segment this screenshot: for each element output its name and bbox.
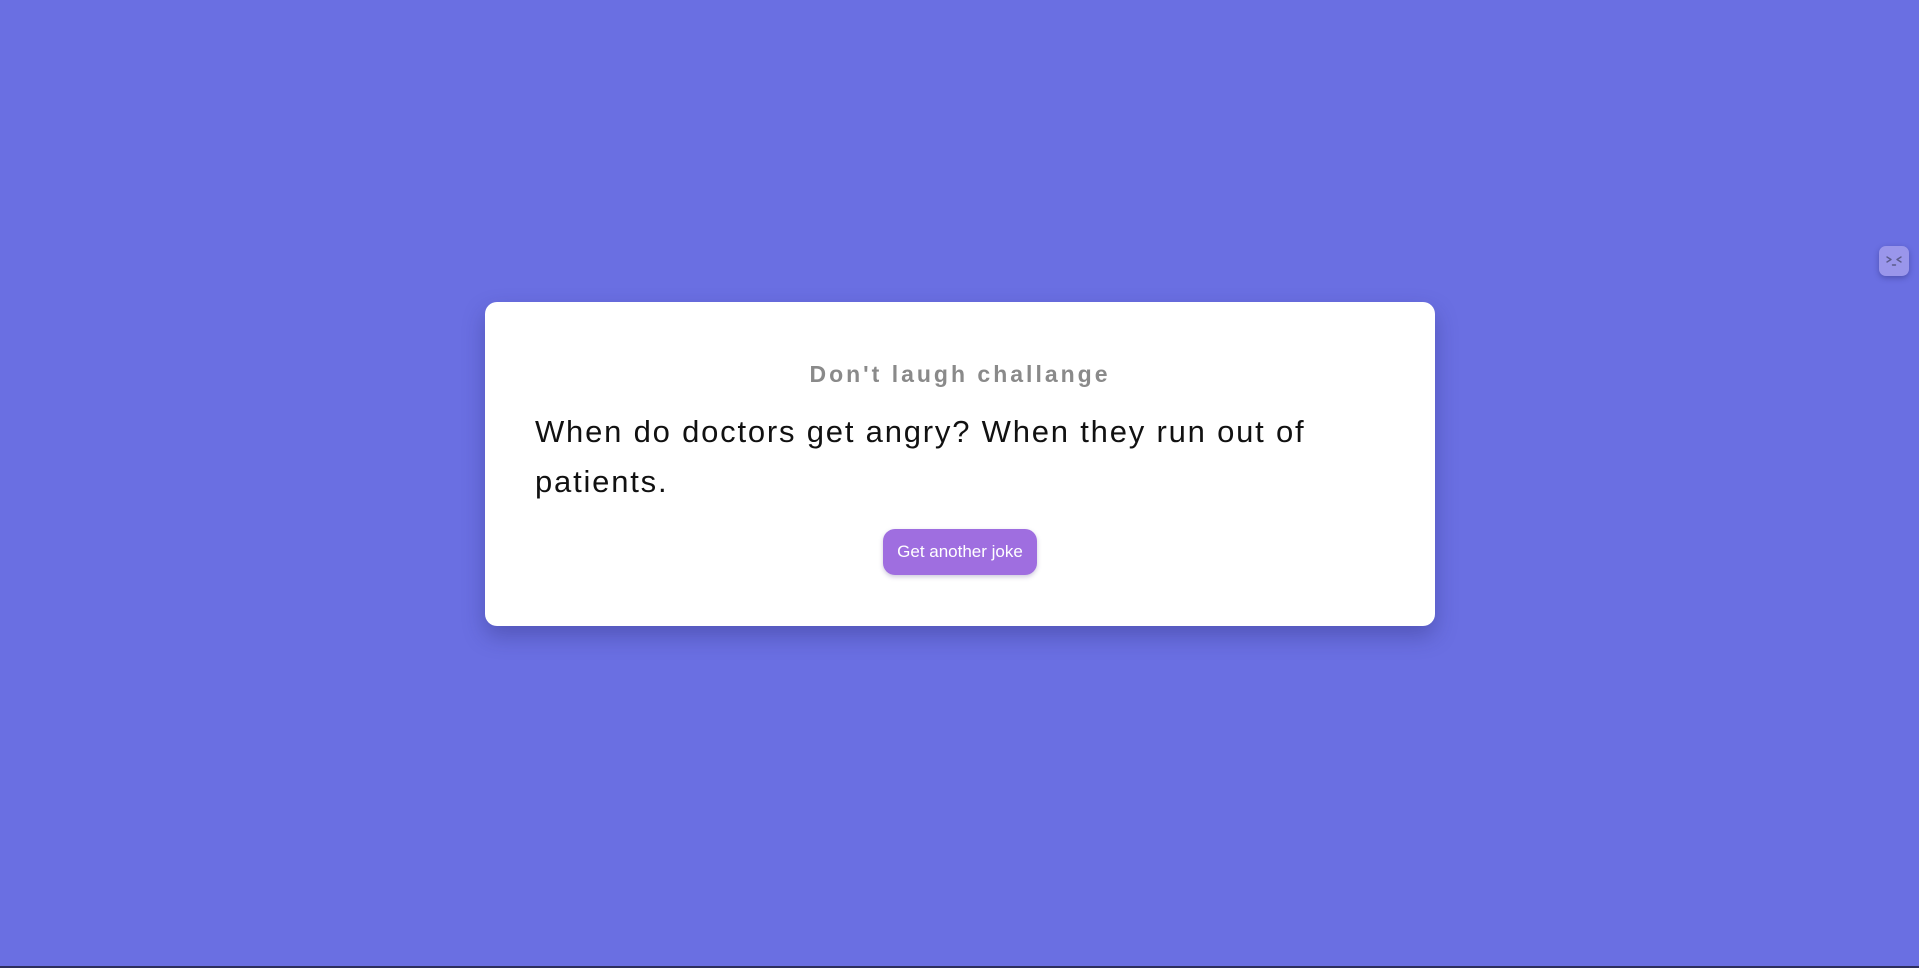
button-row: Get another joke: [535, 529, 1385, 575]
get-another-joke-button[interactable]: Get another joke: [883, 529, 1037, 575]
joke-text: When do doctors get angry? When they run…: [535, 414, 1306, 499]
joke-card: Don't laugh challange When do doctors ge…: [485, 302, 1435, 626]
squinting-face-icon: [1886, 256, 1902, 266]
card-title: Don't laugh challange: [809, 361, 1111, 387]
extension-widget[interactable]: [1879, 246, 1909, 276]
